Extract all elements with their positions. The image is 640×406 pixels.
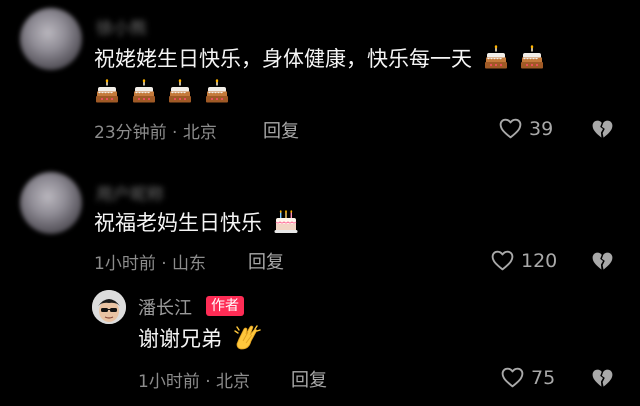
cake-icon (167, 79, 193, 105)
avatar[interactable] (20, 8, 82, 70)
reply-username[interactable]: 潘长江 (138, 294, 192, 320)
cake-icon (519, 45, 545, 71)
reply-button[interactable]: 回复 (263, 117, 299, 143)
comment-username[interactable]: 徐小熊 (96, 14, 147, 39)
like-count: 39 (529, 117, 554, 140)
like-button[interactable]: 39 (498, 116, 553, 141)
reply-text-body: 谢谢兄弟 (138, 327, 222, 351)
clapping-hands-icon (233, 323, 263, 353)
comment-text-body: 祝福老妈生日快乐 (94, 211, 262, 235)
cake-icon (204, 79, 230, 105)
comment-time-location: 1小时前 · 山东 (94, 254, 207, 274)
heart-icon[interactable] (500, 365, 525, 390)
heart-icon[interactable] (498, 116, 523, 141)
reply-time-location: 1小时前 · 北京 (138, 372, 251, 392)
broken-heart-icon[interactable] (590, 249, 615, 274)
avatar[interactable] (20, 172, 82, 234)
comment-text-body: 祝姥姥生日快乐，身体健康，快乐每一天 (94, 47, 472, 71)
author-badge: 作者 (206, 296, 244, 316)
like-count: 120 (521, 249, 558, 272)
cake-icon (131, 79, 157, 105)
reply-button[interactable]: 回复 (248, 248, 284, 274)
birthday-cake-icon (273, 209, 299, 235)
like-button[interactable]: 75 (500, 365, 555, 390)
reply-text: 谢谢兄弟 (138, 322, 263, 356)
comment-time-location: 23分钟前 · 北京 (94, 123, 217, 143)
broken-heart-icon[interactable] (590, 366, 615, 391)
avatar[interactable] (92, 290, 126, 324)
cake-icon (94, 79, 120, 105)
cake-icon (483, 45, 509, 71)
comment-text: 祝福老妈生日快乐 (94, 206, 299, 240)
heart-icon[interactable] (490, 248, 515, 273)
reply-button[interactable]: 回复 (291, 366, 327, 392)
comment-list: 徐小熊 祝姥姥生日快乐，身体健康，快乐每一天 23分钟前 · 北京 回复 39 … (0, 0, 640, 406)
comment-username[interactable]: 用户昵称 (96, 180, 164, 205)
like-count: 75 (531, 366, 556, 389)
broken-heart-icon[interactable] (590, 117, 615, 142)
comment-text: 祝姥姥生日快乐，身体健康，快乐每一天 (94, 42, 545, 110)
like-button[interactable]: 120 (490, 248, 557, 273)
avatar-image (92, 290, 126, 324)
